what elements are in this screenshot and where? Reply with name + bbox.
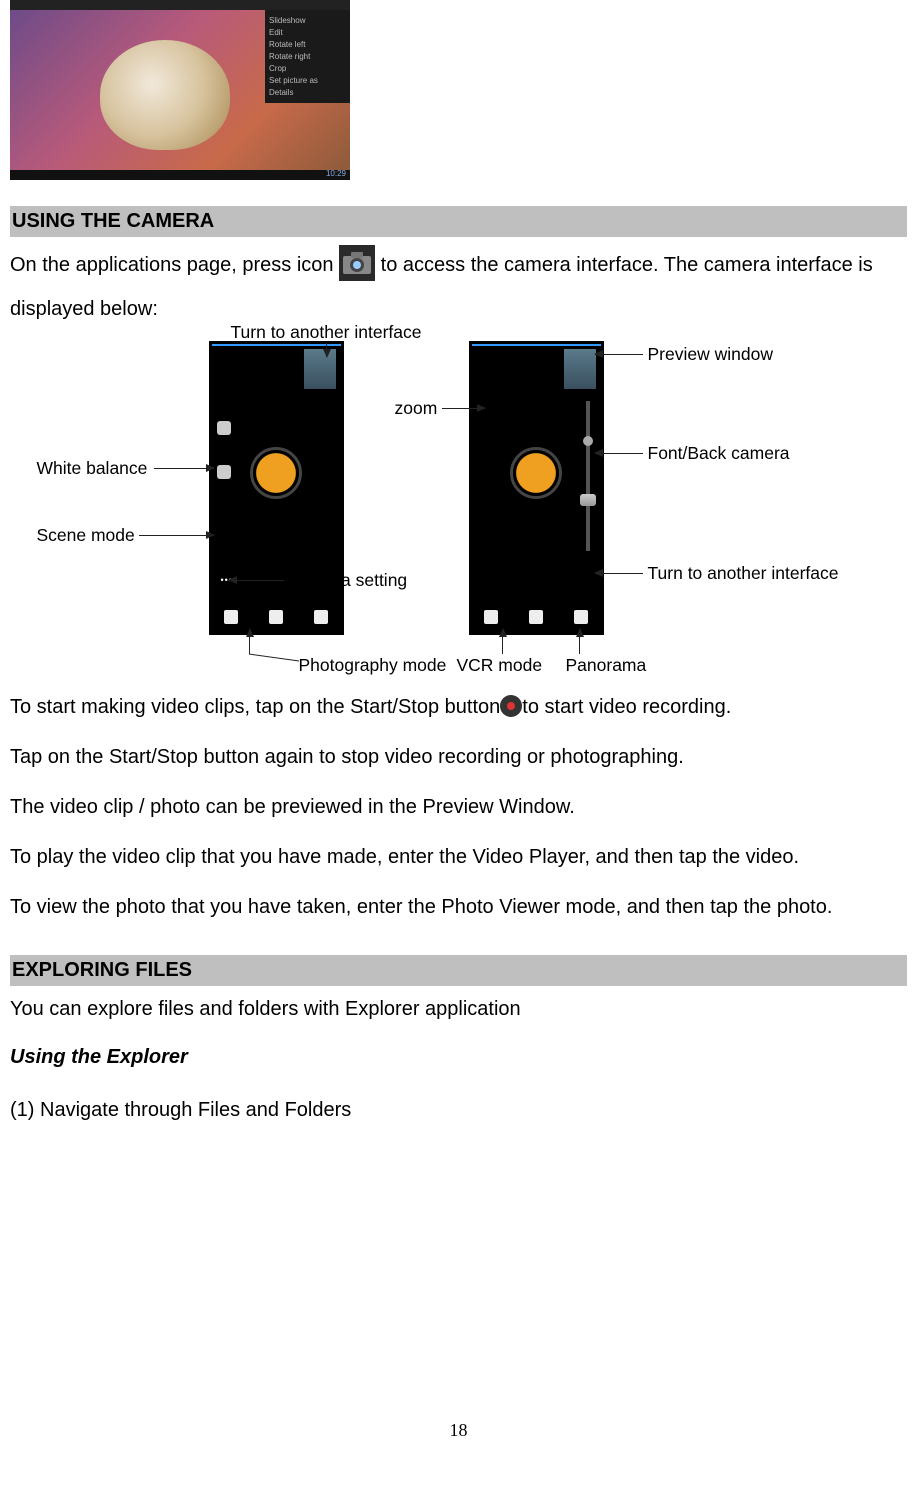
label-zoom: zoom bbox=[395, 399, 438, 418]
video-mode-icon bbox=[269, 610, 283, 624]
camera-ui-right bbox=[469, 341, 604, 635]
panorama-mode-icon-r bbox=[574, 610, 588, 624]
gallery-screenshot: Slideshow Edit Rotate left Rotate right … bbox=[10, 0, 350, 180]
photo-mode-icon-r bbox=[484, 610, 498, 624]
label-turn-interface: Turn to another interface bbox=[231, 323, 422, 342]
label-camera-setting: Camera setting bbox=[289, 571, 408, 590]
heading-using-camera: USING THE CAMERA bbox=[10, 206, 907, 237]
menu-item-rotate-left: Rotate left bbox=[269, 40, 346, 49]
label-preview-window: Preview window bbox=[648, 345, 773, 364]
preview-thumb-right bbox=[564, 349, 596, 389]
camera-p2: To start making video clips, tap on the … bbox=[10, 685, 907, 729]
menu-item-slideshow: Slideshow bbox=[269, 16, 346, 25]
scene-mode-icon bbox=[217, 465, 231, 479]
camera-intro-para: On the applications page, press icon to … bbox=[10, 243, 907, 331]
camera-app-icon bbox=[339, 245, 375, 281]
label-font-back: Font/Back camera bbox=[648, 444, 790, 463]
nav-bar bbox=[10, 170, 350, 180]
label-vcr-mode: VCR mode bbox=[457, 656, 543, 675]
camera-ui-left: ••• bbox=[209, 341, 344, 635]
camera-p2b: to start video recording. bbox=[522, 696, 731, 718]
label-turn-interface2: Turn to another interface bbox=[648, 564, 839, 583]
status-bar bbox=[10, 0, 350, 10]
camera-p4: The video clip / photo can be previewed … bbox=[10, 785, 907, 829]
white-balance-icon bbox=[217, 421, 231, 435]
menu-item-details: Details bbox=[269, 88, 346, 97]
preview-thumb-left bbox=[304, 349, 336, 389]
switch-camera-icon bbox=[580, 494, 596, 506]
label-white-balance: White balance bbox=[37, 459, 148, 478]
video-mode-icon-r bbox=[529, 610, 543, 624]
record-icon bbox=[500, 695, 522, 717]
context-menu: Slideshow Edit Rotate left Rotate right … bbox=[265, 10, 350, 103]
zoom-slider bbox=[586, 401, 590, 551]
heading-exploring-files: EXPLORING FILES bbox=[10, 955, 907, 986]
camera-interface-diagram: ••• Turn to another interface White bala… bbox=[39, 331, 879, 685]
shutter-button-right bbox=[510, 447, 562, 499]
page-number: 18 bbox=[0, 1420, 917, 1441]
photo-mode-icon bbox=[224, 610, 238, 624]
para-text-a: On the applications page, press icon bbox=[10, 254, 339, 276]
shutter-button-left bbox=[250, 447, 302, 499]
panorama-mode-icon bbox=[314, 610, 328, 624]
camera-p6: To view the photo that you have taken, e… bbox=[10, 885, 907, 929]
menu-item-rotate-right: Rotate right bbox=[269, 52, 346, 61]
status-time: 10:29 bbox=[326, 169, 346, 178]
label-scene-mode: Scene mode bbox=[37, 526, 135, 545]
list-item-navigate: (1) Navigate through Files and Folders bbox=[10, 1099, 907, 1122]
explore-intro: You can explore files and folders with E… bbox=[10, 994, 907, 1024]
subheading-using-explorer: Using the Explorer bbox=[10, 1046, 907, 1069]
menu-item-set-as: Set picture as bbox=[269, 76, 346, 85]
camera-p5: To play the video clip that you have mad… bbox=[10, 835, 907, 879]
photo-content-dog bbox=[100, 40, 230, 150]
menu-item-edit: Edit bbox=[269, 28, 346, 37]
label-panorama: Panorama bbox=[566, 656, 647, 675]
camera-p3: Tap on the Start/Stop button again to st… bbox=[10, 735, 907, 779]
camera-p2a: To start making video clips, tap on the … bbox=[10, 696, 500, 718]
menu-item-crop: Crop bbox=[269, 64, 346, 73]
